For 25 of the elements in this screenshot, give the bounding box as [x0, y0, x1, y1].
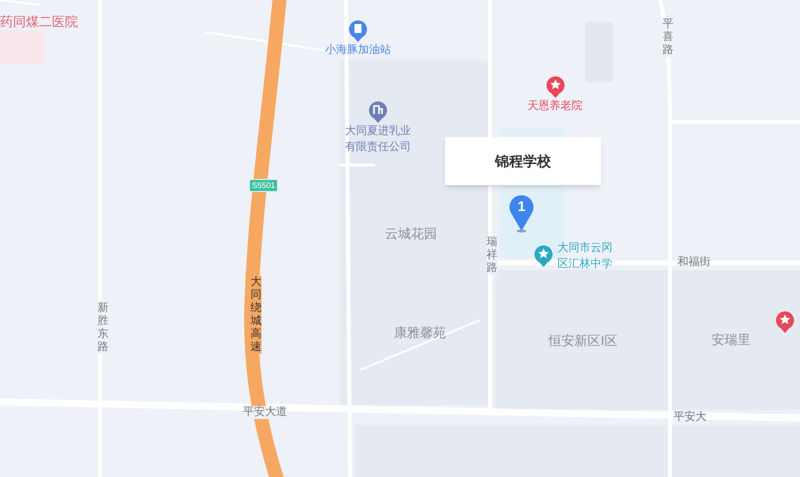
building-pin-icon[interactable]: [368, 100, 388, 123]
area-label: 云城花园: [385, 225, 437, 243]
place-label: 药同煤二医院: [0, 14, 78, 30]
road-label: 平安大道: [243, 406, 287, 419]
poi-label: 小海豚加油站: [325, 43, 391, 58]
highway-label: 大同绕城高速: [250, 276, 262, 354]
road-label: 和福街: [678, 256, 710, 269]
road-label: 新胜东路: [98, 302, 108, 354]
star-pin-icon[interactable]: [545, 75, 565, 98]
road-label: 平喜路: [662, 18, 674, 57]
poi-label: 大同夏进乳业 有限责任公司: [345, 124, 411, 155]
route-shield: S5501: [249, 179, 278, 192]
poi-label: 天恩养老院: [528, 98, 582, 114]
map-canvas[interactable]: S5501 药同煤二医院 小海豚加油站 大同夏进乳业 有限责任公司 天恩养老院 大同市云冈 区汇林中学 云城花园 康雅馨苑 恒安新区I区 安瑞里 平喜路 瑞祥路 新胜东路 大同绕城高速 和福街 平安大道 平安大 锦程学校 1: [0, 0, 800, 477]
poi-label: 大同市云冈 区汇林中学: [558, 240, 612, 272]
road-label: 瑞祥路: [486, 236, 498, 275]
popup-title: 锦程学校: [495, 152, 551, 170]
area-label: 康雅馨苑: [394, 324, 446, 342]
star-pin-icon[interactable]: [775, 310, 795, 333]
star-pin-icon[interactable]: [534, 244, 554, 267]
road-label: 平安大: [674, 411, 706, 424]
fuel-pin-icon[interactable]: [348, 19, 368, 42]
area-label: 恒安新区I区: [548, 332, 618, 350]
numbered-marker[interactable]: 1: [509, 193, 534, 233]
area-label: 安瑞里: [712, 331, 750, 349]
